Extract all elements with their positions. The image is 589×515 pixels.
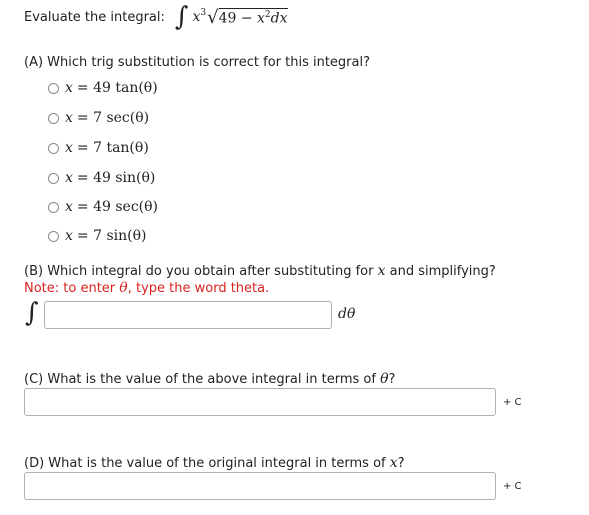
- part-b-question-text: (B) Which integral do you obtain after s…: [24, 264, 378, 279]
- option-3-rhs: = 7 tan(θ): [76, 140, 149, 156]
- var-x: x: [192, 9, 201, 25]
- note-theta: θ: [119, 280, 128, 296]
- part-d-plus-c: + C: [503, 481, 522, 492]
- option-3-lhs: x: [65, 140, 73, 156]
- option-1-lhs: x: [65, 80, 73, 96]
- option-5-rhs: = 49 sec(θ): [76, 199, 159, 215]
- radio-option-5[interactable]: [48, 201, 59, 213]
- part-c-answer-input[interactable]: [24, 388, 496, 416]
- part-b-question-end: and simplifying?: [385, 264, 496, 279]
- part-b-note: Note: to enter θ, type the word theta.: [24, 280, 269, 296]
- option-1-rhs: = 49 tan(θ): [76, 80, 158, 96]
- d-theta: dθ: [338, 306, 356, 322]
- part-d-question-end: ?: [397, 456, 405, 471]
- radio-option-1[interactable]: [48, 82, 59, 94]
- radio-option-6[interactable]: [48, 230, 59, 242]
- part-c-plus-c: + C: [503, 397, 522, 408]
- exponent-3: 3: [200, 8, 207, 18]
- option-1[interactable]: x = 49 tan(θ): [48, 80, 158, 96]
- option-4[interactable]: x = 49 sin(θ): [48, 170, 155, 186]
- option-6-rhs: = 7 sin(θ): [76, 228, 147, 244]
- note-suffix: , type the word theta.: [127, 281, 270, 296]
- part-c-var: θ: [380, 371, 389, 387]
- part-b-integral-sign: ∫: [25, 298, 39, 328]
- radicand: 49 − x2dx: [218, 7, 288, 27]
- dx: dx: [270, 10, 288, 27]
- option-4-lhs: x: [65, 170, 73, 186]
- option-4-rhs: = 49 sin(θ): [76, 170, 156, 186]
- part-b-var: x: [377, 263, 386, 279]
- part-b-question: (B) Which integral do you obtain after s…: [24, 263, 496, 279]
- radio-option-2[interactable]: [48, 112, 59, 124]
- option-2[interactable]: x = 7 sec(θ): [48, 110, 149, 126]
- option-5-lhs: x: [65, 199, 73, 215]
- radio-option-4[interactable]: [48, 172, 59, 184]
- radicand-x: x: [257, 10, 265, 27]
- part-a-question: (A) Which trig substitution is correct f…: [24, 55, 370, 70]
- option-2-lhs: x: [65, 110, 73, 126]
- integral-prompt: Evaluate the integral: ∫ x 3 √ 49 − x2dx: [24, 2, 288, 32]
- part-d-question: (D) What is the value of the original in…: [24, 455, 405, 471]
- part-c-question-text: (C) What is the value of the above integ…: [24, 372, 381, 387]
- radicand-constant: 49 −: [218, 10, 258, 27]
- radical-sign: √: [207, 6, 219, 28]
- option-3[interactable]: x = 7 tan(θ): [48, 140, 149, 156]
- option-2-rhs: = 7 sec(θ): [76, 110, 150, 126]
- integral-sign: ∫: [174, 2, 189, 32]
- option-6-lhs: x: [65, 228, 73, 244]
- part-d-question-text: (D) What is the value of the original in…: [24, 456, 390, 471]
- part-c-question: (C) What is the value of the above integ…: [24, 371, 395, 387]
- prompt-label: Evaluate the integral:: [24, 9, 165, 25]
- part-b-answer-input[interactable]: [44, 301, 332, 329]
- option-6[interactable]: x = 7 sin(θ): [48, 228, 146, 244]
- note-prefix: Note: to enter: [24, 281, 120, 296]
- radio-option-3[interactable]: [48, 142, 59, 154]
- part-c-question-end: ?: [388, 372, 396, 387]
- part-d-var: x: [389, 455, 398, 471]
- part-d-answer-input[interactable]: [24, 472, 496, 500]
- option-5[interactable]: x = 49 sec(θ): [48, 199, 158, 215]
